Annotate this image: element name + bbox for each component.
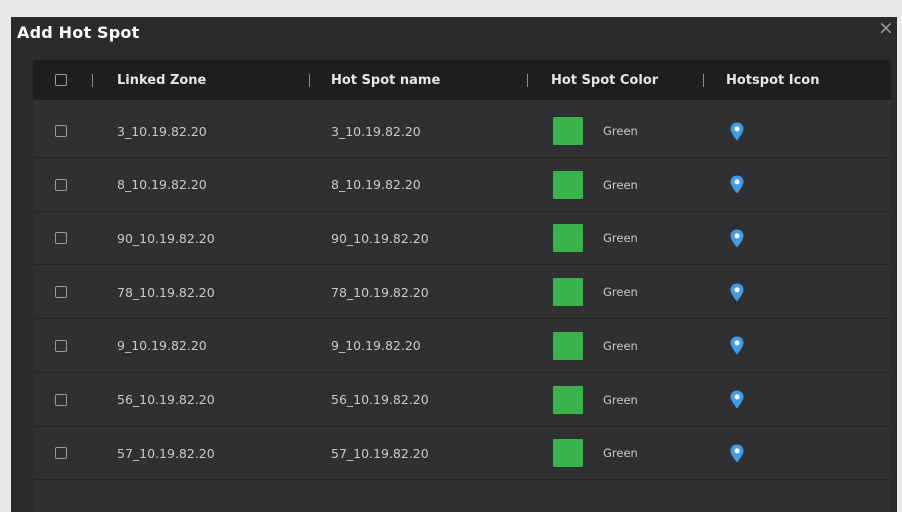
row-checkbox[interactable] xyxy=(55,393,67,406)
row-checkbox-cell xyxy=(55,374,67,426)
header-hot-spot-color[interactable]: Hot Spot Color xyxy=(551,60,658,100)
color-name: Green xyxy=(603,285,638,300)
color-name: Green xyxy=(603,446,638,461)
color-name: Green xyxy=(603,338,638,353)
hot-spot-color-cell: Green xyxy=(553,159,638,211)
table-row[interactable]: 78_10.19.82.20 78_10.19.82.20 Green xyxy=(33,266,891,320)
row-checkbox-cell xyxy=(55,159,67,211)
table-header: Linked Zone Hot Spot name Hot Spot Color… xyxy=(33,60,891,100)
column-divider[interactable] xyxy=(309,74,310,87)
select-all-checkbox[interactable] xyxy=(55,74,67,86)
dialog-title: Add Hot Spot xyxy=(17,23,140,42)
hot-spot-name-cell: 78_10.19.82.20 xyxy=(331,284,429,300)
color-name: Green xyxy=(603,124,638,138)
color-name: Green xyxy=(603,231,638,246)
linked-zone-cell: 57_10.19.82.20 xyxy=(117,445,215,461)
table-row[interactable]: 57_10.19.82.20 57_10.19.82.20 Green xyxy=(33,427,891,481)
hot-spot-color-cell: Green xyxy=(553,105,638,157)
location-pin-icon[interactable] xyxy=(730,283,744,302)
column-divider[interactable] xyxy=(527,74,528,87)
hot-spot-name-cell: 56_10.19.82.20 xyxy=(331,392,429,407)
row-checkbox[interactable] xyxy=(55,339,67,352)
color-swatch[interactable] xyxy=(553,117,583,145)
linked-zone-cell: 8_10.19.82.20 xyxy=(117,177,207,193)
header-linked-zone[interactable]: Linked Zone xyxy=(117,60,206,100)
hot-spot-name-cell: 9_10.19.82.20 xyxy=(331,338,421,354)
table-row[interactable]: 56_10.19.82.20 56_10.19.82.20 Green xyxy=(33,374,891,427)
hot-spot-name-cell: 8_10.19.82.20 xyxy=(331,177,421,193)
row-checkbox-cell xyxy=(55,266,67,318)
location-pin-icon[interactable] xyxy=(730,390,744,409)
row-checkbox-cell xyxy=(55,105,67,157)
color-name: Green xyxy=(603,177,638,192)
hot-spot-color-cell: Green xyxy=(553,374,638,426)
header-hot-spot-name[interactable]: Hot Spot name xyxy=(331,60,440,100)
hotspot-icon-cell xyxy=(730,374,744,426)
hotspot-icon-cell xyxy=(730,212,744,264)
hotspot-icon-cell xyxy=(730,427,744,479)
location-pin-icon[interactable] xyxy=(730,175,744,194)
linked-zone-cell: 3_10.19.82.20 xyxy=(117,123,207,139)
color-swatch[interactable] xyxy=(553,224,583,253)
hot-spot-name-cell: 57_10.19.82.20 xyxy=(331,445,429,461)
color-swatch[interactable] xyxy=(553,385,583,414)
color-swatch[interactable] xyxy=(553,278,583,307)
hot-spot-color-cell: Green xyxy=(553,320,638,372)
header-hotspot-icon[interactable]: Hotspot Icon xyxy=(726,60,819,100)
location-pin-icon[interactable] xyxy=(730,444,744,463)
hot-spot-color-cell: Green xyxy=(553,266,638,318)
table-row[interactable]: 3_10.19.82.20 3_10.19.82.20 Green xyxy=(33,105,891,158)
linked-zone-cell: 56_10.19.82.20 xyxy=(117,392,215,407)
table-row[interactable]: 8_10.19.82.20 8_10.19.82.20 Green xyxy=(33,159,891,212)
column-divider[interactable] xyxy=(703,74,704,87)
hot-spot-color-cell: Green xyxy=(553,212,638,264)
row-checkbox-cell xyxy=(55,320,67,372)
row-checkbox-cell xyxy=(55,212,67,264)
location-pin-icon[interactable] xyxy=(730,122,744,141)
color-swatch[interactable] xyxy=(553,331,583,360)
column-divider[interactable] xyxy=(92,74,93,87)
hot-spot-name-cell: 90_10.19.82.20 xyxy=(331,230,429,246)
row-checkbox[interactable] xyxy=(55,125,67,137)
row-checkbox[interactable] xyxy=(55,286,67,299)
location-pin-icon[interactable] xyxy=(730,229,744,248)
hot-spot-color-cell: Green xyxy=(553,427,638,479)
close-icon[interactable]: × xyxy=(877,17,895,39)
select-all-cell xyxy=(55,60,67,100)
linked-zone-cell: 90_10.19.82.20 xyxy=(117,230,215,246)
linked-zone-cell: 78_10.19.82.20 xyxy=(117,284,215,300)
color-name: Green xyxy=(603,392,638,407)
row-checkbox-cell xyxy=(55,427,67,479)
hot-spot-table: Linked Zone Hot Spot name Hot Spot Color… xyxy=(33,60,891,512)
linked-zone-cell: 9_10.19.82.20 xyxy=(117,338,207,354)
location-pin-icon[interactable] xyxy=(730,336,744,355)
row-checkbox[interactable] xyxy=(55,447,67,460)
hotspot-icon-cell xyxy=(730,159,744,211)
row-checkbox[interactable] xyxy=(55,178,67,191)
hotspot-icon-cell xyxy=(730,105,744,157)
hotspot-icon-cell xyxy=(730,266,744,318)
color-swatch[interactable] xyxy=(553,439,583,468)
hotspot-icon-cell xyxy=(730,320,744,372)
add-hot-spot-dialog: Add Hot Spot × Linked Zone Hot Spot name… xyxy=(11,17,897,512)
table-row[interactable]: 90_10.19.82.20 90_10.19.82.20 Green xyxy=(33,212,891,266)
row-checkbox[interactable] xyxy=(55,232,67,245)
hot-spot-name-cell: 3_10.19.82.20 xyxy=(331,123,421,139)
table-row[interactable]: 9_10.19.82.20 9_10.19.82.20 Green xyxy=(33,320,891,373)
color-swatch[interactable] xyxy=(553,170,583,199)
